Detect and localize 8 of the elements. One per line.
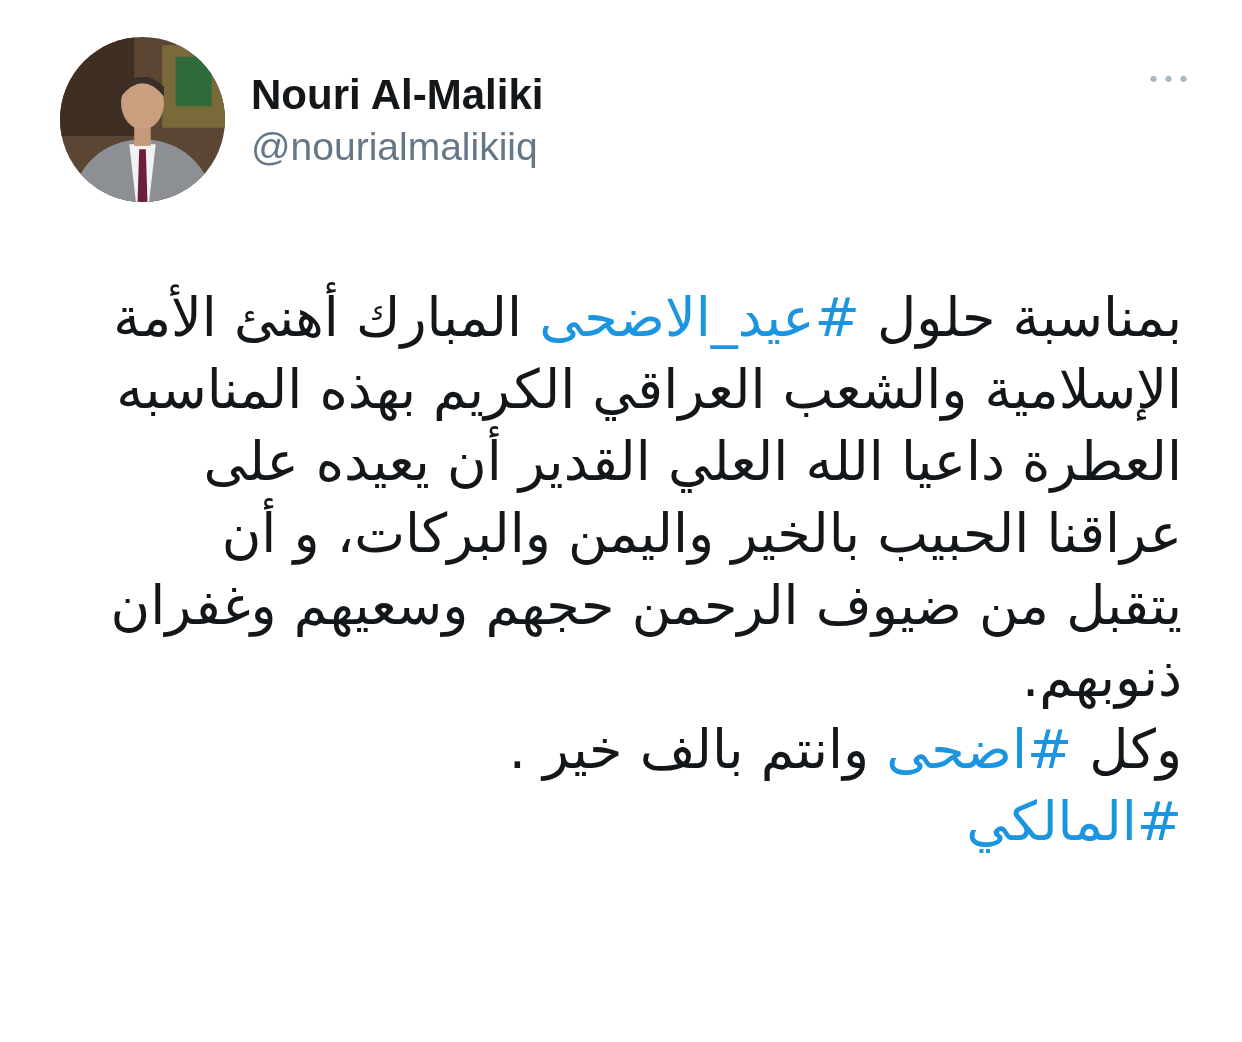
tweet-text: وكل #اضحى وانتم بالف خير . bbox=[507, 717, 1182, 783]
hashtag-link[interactable]: #عيد_الاضحى bbox=[539, 286, 860, 349]
tweet-text: بمناسبة حلول #عيد_الاضحى المبارك أهنئ الأمة الإسلامية والشعب العراقي الكريم بهذه المناسبه العطرة داعيا الله العلي القدير أن يعيده على عراقنا الحبيب بالخير واليمن والبركات، و أن يتقبل من ضيوف الرحمن حجهم وسعيهم وغفران ذنوبهم. bbox=[102, 282, 1182, 714]
hashtag-link[interactable]: #اضحى bbox=[886, 718, 1073, 781]
author-handle[interactable]: @nourialmalikiiq bbox=[251, 124, 1148, 169]
hashtag-link[interactable]: #المالكي bbox=[966, 790, 1182, 853]
more-button[interactable]: ••• bbox=[1147, 67, 1192, 92]
author-name[interactable]: Nouri Al-Maliki bbox=[251, 70, 1148, 119]
